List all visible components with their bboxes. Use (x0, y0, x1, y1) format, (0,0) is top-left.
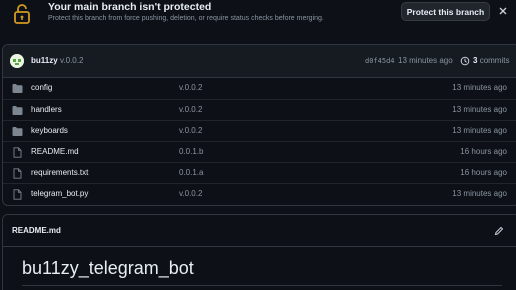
file-row[interactable]: keyboards v.0.0.2 13 minutes ago (3, 120, 516, 141)
unlock-icon (14, 4, 30, 24)
file-commit-message[interactable]: v.0.0.2 (179, 83, 202, 92)
file-name[interactable]: handlers (31, 105, 62, 114)
divider (22, 285, 502, 286)
readme-header: README.md (3, 215, 516, 247)
file-row[interactable]: requirements.txt 0.0.1.a 16 hours ago (3, 162, 516, 183)
file-row[interactable]: README.md 0.0.1.b 16 hours ago (3, 141, 516, 162)
history-icon[interactable] (460, 56, 470, 66)
file-browser: bu11zy v.0.0.2 d0f45d4 13 minutes ago 3 … (2, 44, 516, 206)
file-name[interactable]: README.md (31, 147, 79, 156)
pencil-icon[interactable] (494, 226, 504, 236)
file-commit-time: 16 hours ago (460, 147, 507, 156)
file-commit-message[interactable]: 0.0.1.b (179, 147, 203, 156)
commit-hash[interactable]: d0f45d4 (365, 57, 395, 65)
file-commit-time: 13 minutes ago (452, 126, 507, 135)
commit-count-label: commits (479, 56, 510, 65)
commit-time: 13 minutes ago (398, 56, 453, 65)
file-icon (13, 147, 22, 158)
file-name[interactable]: telegram_bot.py (31, 189, 88, 198)
file-commit-message[interactable]: v.0.0.2 (179, 189, 202, 198)
folder-icon (12, 84, 23, 93)
readme-title[interactable]: README.md (12, 226, 61, 235)
file-name[interactable]: requirements.txt (31, 168, 88, 177)
readme-panel: README.md bu11zy_telegram_bot (2, 214, 516, 290)
commit-message[interactable]: v.0.0.2 (60, 56, 83, 65)
file-commit-time: 13 minutes ago (452, 189, 507, 198)
file-commit-time: 13 minutes ago (452, 83, 507, 92)
file-commit-message[interactable]: 0.0.1.a (179, 168, 203, 177)
folder-icon (12, 106, 23, 115)
file-row[interactable]: handlers v.0.0.2 13 minutes ago (3, 99, 516, 120)
file-row[interactable]: telegram_bot.py v.0.0.2 13 minutes ago (3, 183, 516, 204)
banner-title: Your main branch isn't protected (48, 1, 212, 13)
file-name[interactable]: config (31, 83, 52, 92)
file-commit-message[interactable]: v.0.0.2 (179, 105, 202, 114)
close-icon[interactable] (498, 6, 508, 16)
commit-count[interactable]: 3 commits (473, 56, 509, 65)
file-icon (13, 168, 22, 179)
folder-icon (12, 127, 23, 136)
file-icon (13, 189, 22, 200)
file-commit-time: 13 minutes ago (452, 105, 507, 114)
protect-branch-button[interactable]: Protect this branch (401, 2, 490, 21)
banner-description: Protect this branch from force pushing, … (48, 15, 324, 22)
file-row[interactable]: config v.0.0.2 13 minutes ago (3, 78, 516, 99)
readme-heading: bu11zy_telegram_bot (22, 258, 194, 278)
commit-count-number: 3 (473, 56, 478, 65)
file-commit-message[interactable]: v.0.0.2 (179, 126, 202, 135)
branch-protection-banner: Your main branch isn't protected Protect… (0, 0, 516, 32)
avatar[interactable] (10, 54, 24, 68)
latest-commit-bar: bu11zy v.0.0.2 d0f45d4 13 minutes ago 3 … (3, 45, 516, 78)
file-commit-time: 16 hours ago (460, 168, 507, 177)
file-name[interactable]: keyboards (31, 126, 68, 135)
commit-author[interactable]: bu11zy (31, 56, 58, 65)
